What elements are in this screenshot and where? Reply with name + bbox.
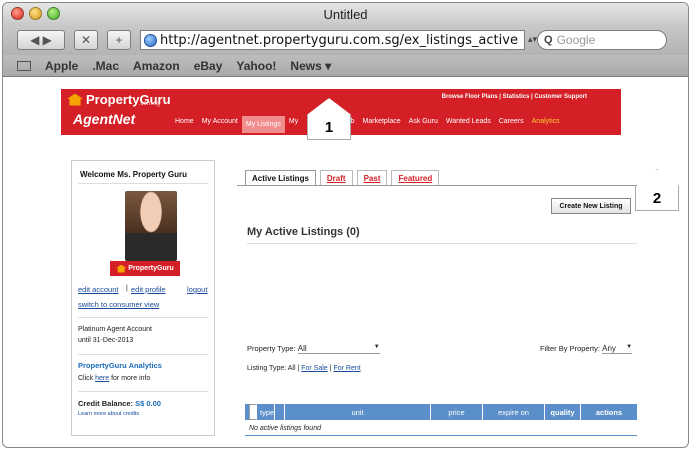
bookmark-amazon[interactable]: Amazon: [133, 59, 180, 73]
search-placeholder: Google: [556, 33, 596, 47]
property-type-filter: Property Type: All ▼: [247, 344, 380, 354]
address-bar[interactable]: http://agentnet.propertyguru.com.sg/ex_l…: [140, 30, 525, 50]
agentnet-title: AgentNet: [73, 111, 136, 127]
col-type: type: [245, 404, 285, 420]
divider: [78, 354, 208, 355]
add-bookmark-button[interactable]: +: [107, 30, 131, 50]
credit-balance: Credit Balance: S$ 0.00: [78, 399, 161, 408]
plus-icon: +: [115, 33, 123, 47]
col-unit: unit: [285, 404, 431, 420]
back-forward-buttons[interactable]: ◀ ▶: [17, 30, 65, 50]
search-icon: Q: [544, 34, 553, 46]
tab-draft[interactable]: Draft: [319, 170, 353, 186]
nav-marketplace[interactable]: Marketplace: [359, 116, 405, 133]
switch-consumer-view-link[interactable]: switch to consumer view: [78, 300, 159, 309]
link-separator: |: [126, 285, 128, 292]
divider: [78, 317, 208, 318]
edit-profile-link[interactable]: edit profile: [131, 285, 166, 294]
tab-active-listings[interactable]: Active Listings: [245, 170, 316, 186]
bookmark-news[interactable]: News ▾: [290, 59, 331, 73]
house-logo-icon: [67, 93, 83, 106]
book-icon[interactable]: [17, 60, 31, 71]
listing-type-filter: Listing Type: All | For Sale | For Rent: [247, 365, 361, 372]
nav-wanted-leads[interactable]: Wanted Leads: [442, 116, 495, 133]
empty-table-row: No active listings found: [245, 422, 637, 436]
col-expire-on: expire on: [483, 404, 545, 420]
nav-ask-guru[interactable]: Ask Guru: [405, 116, 442, 133]
bookmarks-bar: Apple .Mac Amazon eBay Yahoo! News ▾: [3, 55, 688, 77]
tab-underline: [237, 185, 637, 186]
learn-credits-link[interactable]: Learn more about credits: [78, 411, 139, 417]
welcome-text: Welcome Ms. Property Guru: [80, 170, 187, 179]
property-type-select[interactable]: All ▼: [297, 344, 380, 354]
col-actions: actions: [595, 407, 623, 417]
filter-label: Filter By Property:: [540, 344, 601, 353]
account-type: Platinum Agent Account: [78, 326, 152, 333]
divider: [78, 391, 208, 392]
logo-domain: .com.sg: [139, 101, 161, 107]
header-top-links[interactable]: Browse Floor Plans | Statistics | Custom…: [442, 94, 587, 100]
stop-button[interactable]: ✕: [74, 30, 98, 50]
listings-table-header: type unit price expire on quality action…: [245, 404, 637, 420]
nav-my-listings[interactable]: My Listings: [241, 116, 285, 133]
analytics-info: Click here for more info: [78, 375, 151, 382]
nav-my-partial[interactable]: My: [285, 116, 302, 133]
house-logo-icon: [116, 264, 127, 273]
browser-window: Untitled ◀ ▶ ✕ + http://agentnet.propert…: [2, 2, 689, 448]
filter-by-property: Filter By Property: Any ▼: [540, 344, 633, 354]
analytics-title[interactable]: PropertyGuru Analytics: [78, 361, 162, 370]
bookmark-yahoo[interactable]: Yahoo!: [236, 59, 276, 73]
chevron-down-icon: ▼: [626, 344, 633, 350]
propertyguru-badge: PropertyGuru: [110, 261, 180, 276]
divider: [78, 183, 208, 184]
callout-marker-2: 2: [635, 169, 679, 211]
page-heading: My Active Listings (0): [247, 226, 360, 238]
search-field[interactable]: Q Google: [537, 30, 667, 50]
nav-analytics[interactable]: Analytics: [528, 116, 564, 133]
main-nav: Home My Account My Listings My Web Marke…: [171, 116, 564, 133]
credit-balance-value: S$ 0.00: [135, 399, 161, 408]
agent-photo: [125, 191, 177, 261]
back-arrow-icon[interactable]: ◀: [30, 33, 39, 47]
url-text[interactable]: http://agentnet.propertyguru.com.sg/ex_l…: [160, 33, 518, 48]
account-expiry: until 31-Dec-2013: [78, 337, 134, 344]
forward-arrow-icon[interactable]: ▶: [43, 33, 52, 47]
close-icon: ✕: [80, 33, 92, 47]
select-all-checkbox[interactable]: [249, 404, 257, 420]
col-quality: quality: [545, 404, 581, 420]
globe-icon: [144, 33, 157, 47]
chevron-down-icon: ▼: [373, 344, 380, 350]
nav-my-account[interactable]: My Account: [198, 116, 242, 133]
edit-account-link[interactable]: edit account: [78, 285, 118, 294]
nav-careers[interactable]: Careers: [495, 116, 528, 133]
create-new-listing-button[interactable]: Create New Listing: [551, 198, 631, 214]
nav-home[interactable]: Home: [171, 116, 198, 133]
bookmark-mac[interactable]: .Mac: [92, 59, 119, 73]
title-bar: Untitled: [3, 3, 688, 25]
agent-profile-panel: Welcome Ms. Property Guru PropertyGuru e…: [71, 160, 215, 436]
for-sale-link[interactable]: For Sale: [301, 365, 327, 372]
logout-link[interactable]: logout: [187, 285, 207, 294]
for-rent-link[interactable]: For Rent: [333, 365, 360, 372]
bookmark-ebay[interactable]: eBay: [194, 59, 223, 73]
browser-toolbar: ◀ ▶ ✕ + http://agentnet.propertyguru.com…: [3, 25, 688, 55]
web-page: PropertyGuru .com.sg AgentNet Browse Flo…: [3, 78, 688, 443]
divider: [247, 243, 637, 244]
address-dropdown-icon[interactable]: ▴▾: [528, 34, 537, 45]
listing-tabs: Active Listings Draft Past Featured: [245, 170, 440, 186]
tab-past[interactable]: Past: [356, 170, 388, 186]
col-price: price: [431, 404, 483, 420]
tab-featured[interactable]: Featured: [391, 170, 440, 186]
window-title: Untitled: [323, 7, 368, 22]
here-link[interactable]: here: [95, 375, 109, 382]
bookmark-apple[interactable]: Apple: [45, 59, 78, 73]
property-type-label: Property Type:: [247, 344, 296, 353]
filter-select[interactable]: Any ▼: [602, 344, 633, 354]
